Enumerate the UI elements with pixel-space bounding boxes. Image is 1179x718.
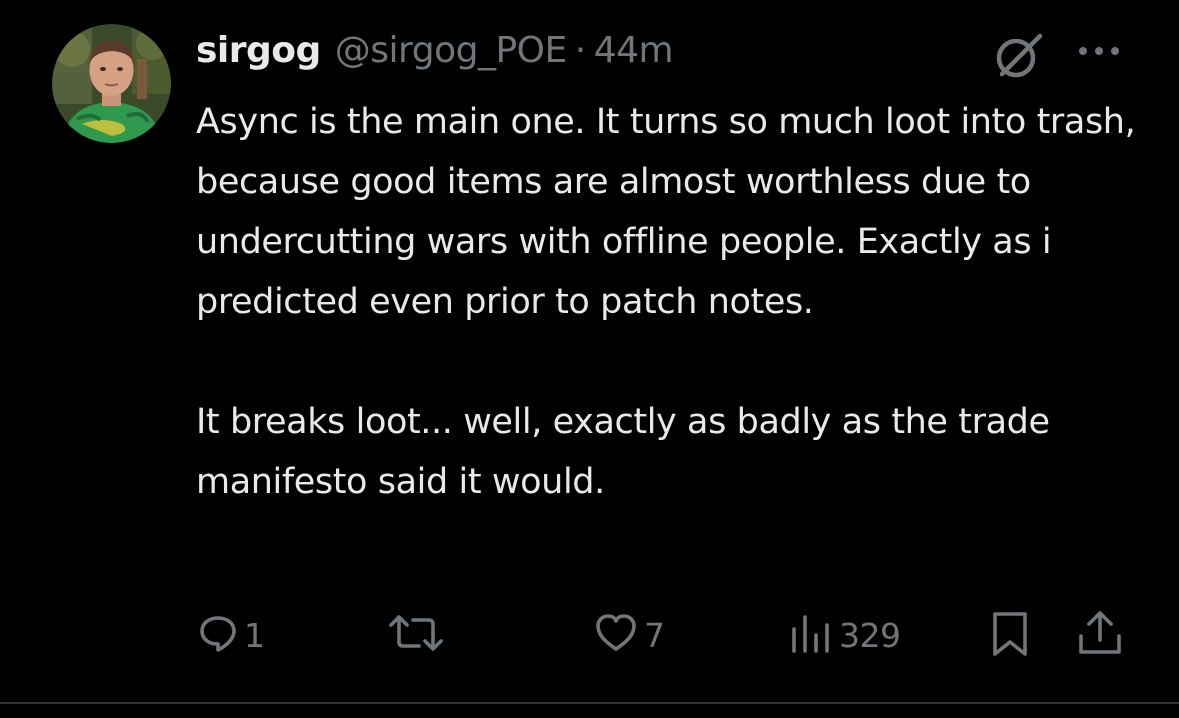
heart-icon bbox=[594, 613, 638, 657]
display-name[interactable]: sirgog bbox=[196, 30, 321, 71]
views-icon bbox=[789, 611, 833, 659]
grok-icon[interactable] bbox=[992, 28, 1046, 82]
tweet[interactable]: sirgog @sirgog_POE · 44m Async is the ma… bbox=[0, 0, 1179, 718]
like-button[interactable]: 7 bbox=[594, 612, 665, 658]
bookmark-icon bbox=[988, 610, 1032, 662]
retweet-button[interactable] bbox=[386, 612, 452, 658]
reply-count: 1 bbox=[244, 615, 265, 655]
more-icon[interactable] bbox=[1074, 36, 1124, 66]
avatar[interactable] bbox=[52, 24, 171, 143]
post-timestamp[interactable]: 44m bbox=[594, 30, 674, 71]
reply-button[interactable]: 1 bbox=[198, 612, 265, 658]
post-body-text: Async is the main one. It turns so much … bbox=[196, 102, 1136, 502]
share-button[interactable] bbox=[1076, 610, 1124, 660]
separator-dot: · bbox=[574, 30, 586, 71]
share-icon bbox=[1076, 608, 1124, 662]
views-button[interactable]: 329 bbox=[789, 612, 901, 658]
retweet-icon bbox=[386, 613, 446, 657]
user-handle[interactable]: @sirgog_POE bbox=[335, 30, 567, 71]
post-header: sirgog @sirgog_POE · 44m bbox=[196, 30, 674, 80]
reply-icon bbox=[198, 613, 238, 657]
like-count: 7 bbox=[644, 615, 665, 655]
bookmark-button[interactable] bbox=[988, 612, 1032, 660]
views-count: 329 bbox=[839, 615, 901, 655]
divider bbox=[0, 702, 1179, 704]
